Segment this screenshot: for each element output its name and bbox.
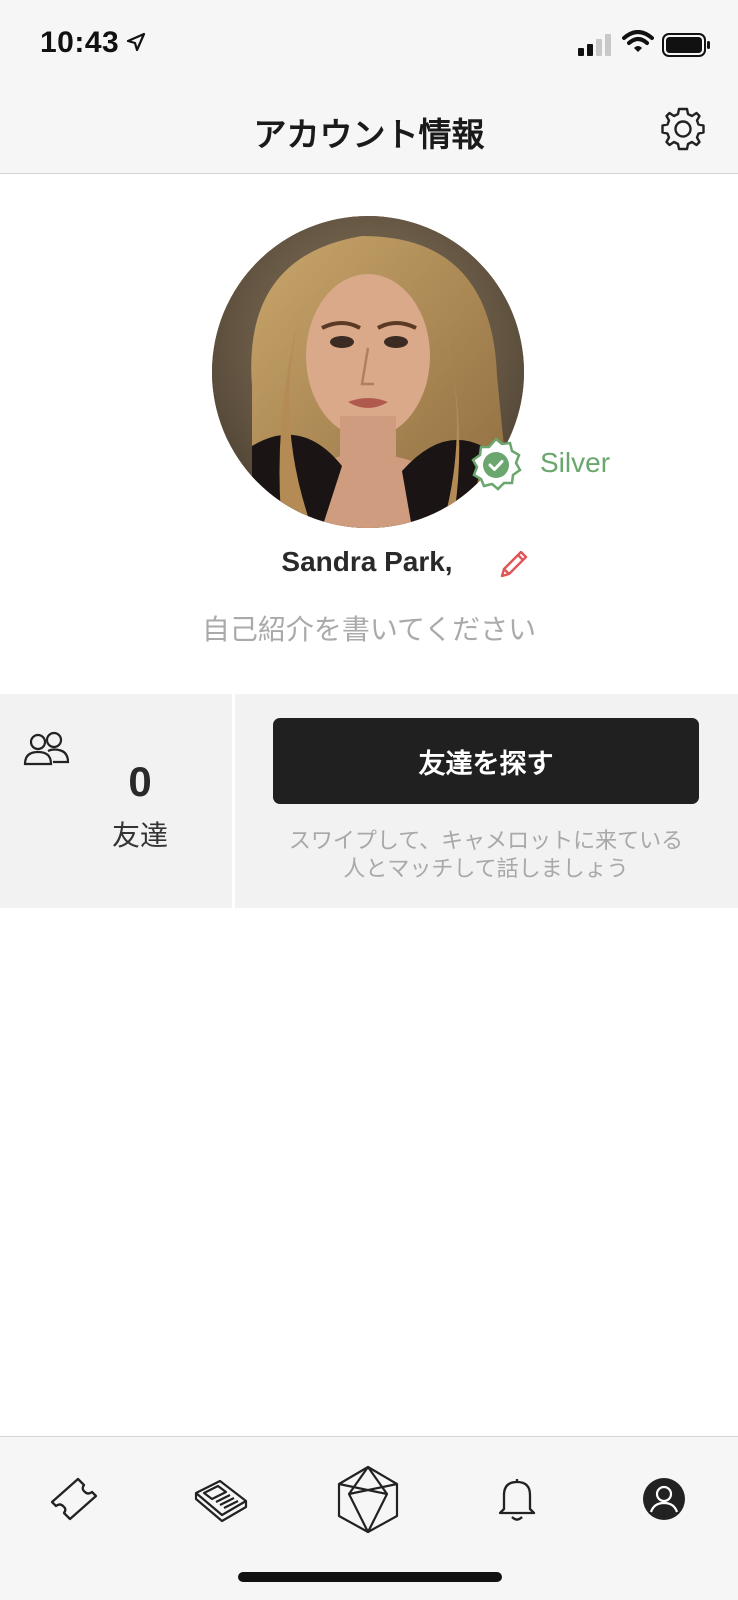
status-time: 10:43 — [40, 26, 120, 59]
tab-account[interactable] — [624, 1459, 704, 1539]
newspaper-icon — [194, 1479, 248, 1523]
action-panel: 友達を探す スワイプして、キャメロットに来ている 人とマッチして話しましょう — [235, 694, 738, 908]
status-bar: 10:43 — [0, 0, 738, 88]
edit-name-button[interactable] — [496, 546, 532, 582]
ticket-icon — [50, 1477, 98, 1521]
user-name: Sandra Park, — [0, 546, 738, 578]
friend-count: 0 — [128, 758, 152, 805]
page-title: アカウント情報 — [253, 115, 485, 154]
nav-bar: アカウント情報 — [0, 88, 738, 174]
home-indicator — [238, 1572, 502, 1582]
swipe-hint-line1: スワイプして、キャメロットに来ている — [288, 829, 684, 854]
signal-icon — [578, 34, 611, 56]
user-name-text: Sandra Park, — [281, 546, 453, 577]
bell-icon — [498, 1479, 536, 1521]
bio-placeholder[interactable]: 自己紹介を書いてください — [0, 608, 738, 648]
friends-panel[interactable]: 0 友達 — [0, 694, 232, 908]
tab-tickets[interactable] — [34, 1459, 114, 1539]
swipe-hint-line2: 人とマッチして話しましょう — [343, 857, 629, 882]
settings-button[interactable] — [658, 104, 708, 154]
friend-label: 友達 — [111, 819, 168, 852]
account-icon — [643, 1478, 685, 1520]
tab-notifications[interactable] — [477, 1459, 557, 1539]
swipe-hint: スワイプして、キャメロットに来ている 人とマッチして話しましょう — [255, 828, 717, 884]
wifi-icon — [622, 30, 654, 52]
tab-home[interactable] — [328, 1459, 408, 1539]
rank-label: Silver — [540, 447, 611, 478]
location-arrow-icon — [126, 32, 146, 52]
hexagon-logo-icon — [337, 1465, 399, 1534]
find-friends-button[interactable]: 友達を探す — [273, 718, 699, 804]
battery-icon — [662, 33, 710, 57]
tab-news[interactable] — [181, 1459, 261, 1539]
pencil-icon — [500, 550, 528, 578]
gear-icon — [661, 107, 705, 151]
verified-badge-icon — [471, 437, 522, 491]
